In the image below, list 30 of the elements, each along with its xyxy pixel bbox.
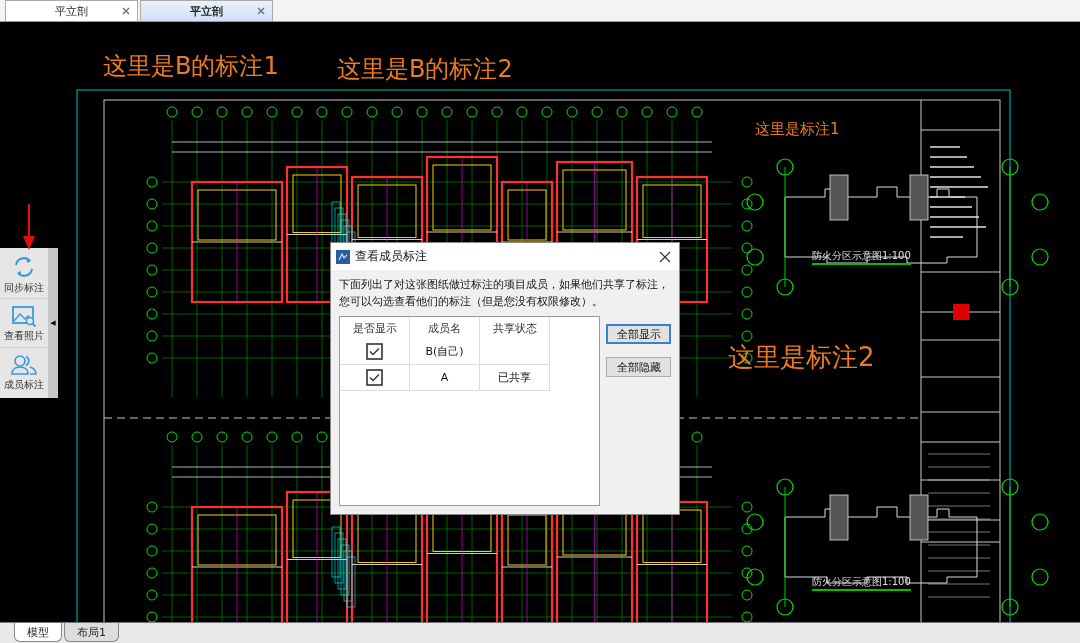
table-cell <box>480 339 550 365</box>
drawing-caption: 防火分区示意图1:100 <box>812 575 911 591</box>
markup-annotation: 这里是标注1 <box>755 120 840 139</box>
photo-search-icon <box>11 303 37 328</box>
markup-annotation: 这里是标注2 <box>728 341 875 374</box>
close-icon[interactable] <box>659 250 671 263</box>
people-icon <box>10 352 38 377</box>
dialog-button[interactable]: 全部显示 <box>606 324 671 344</box>
table-cell: A <box>410 365 480 391</box>
document-tab[interactable]: 平立剖 <box>140 0 273 21</box>
close-icon[interactable] <box>121 6 131 16</box>
toolbar-button[interactable]: 成员标注 <box>0 348 48 396</box>
dialog-title: 查看成员标注 <box>355 248 428 265</box>
dialog-message: 下面列出了对这张图纸做过标注的项目成员，如果他们共享了标注，您可以勾选查看他们的标注（但是您没有权限修改）。 <box>339 277 670 310</box>
dialog-button[interactable]: 全部隐藏 <box>606 357 671 377</box>
column-header: 是否显示 <box>340 317 410 339</box>
table-cell: 已共享 <box>480 365 550 391</box>
markup-annotation: 这里是B的标注2 <box>337 54 513 85</box>
checkbox[interactable] <box>366 343 383 360</box>
layout-tab[interactable]: 布局1 <box>64 623 119 642</box>
table-cell: B(自己) <box>410 339 480 365</box>
drawing-caption: 防火分区示意图1:100 <box>812 249 911 265</box>
checkbox[interactable] <box>366 369 383 386</box>
document-tab[interactable]: 平立剖 <box>5 0 138 21</box>
column-header: 共享状态 <box>480 317 550 339</box>
arrow-drawing <box>23 204 35 250</box>
layout-tab[interactable]: 模型 <box>14 623 62 642</box>
app-icon <box>336 249 350 264</box>
markup-annotation: 这里是B的标注1 <box>103 51 279 82</box>
column-header: 成员名 <box>410 317 480 339</box>
